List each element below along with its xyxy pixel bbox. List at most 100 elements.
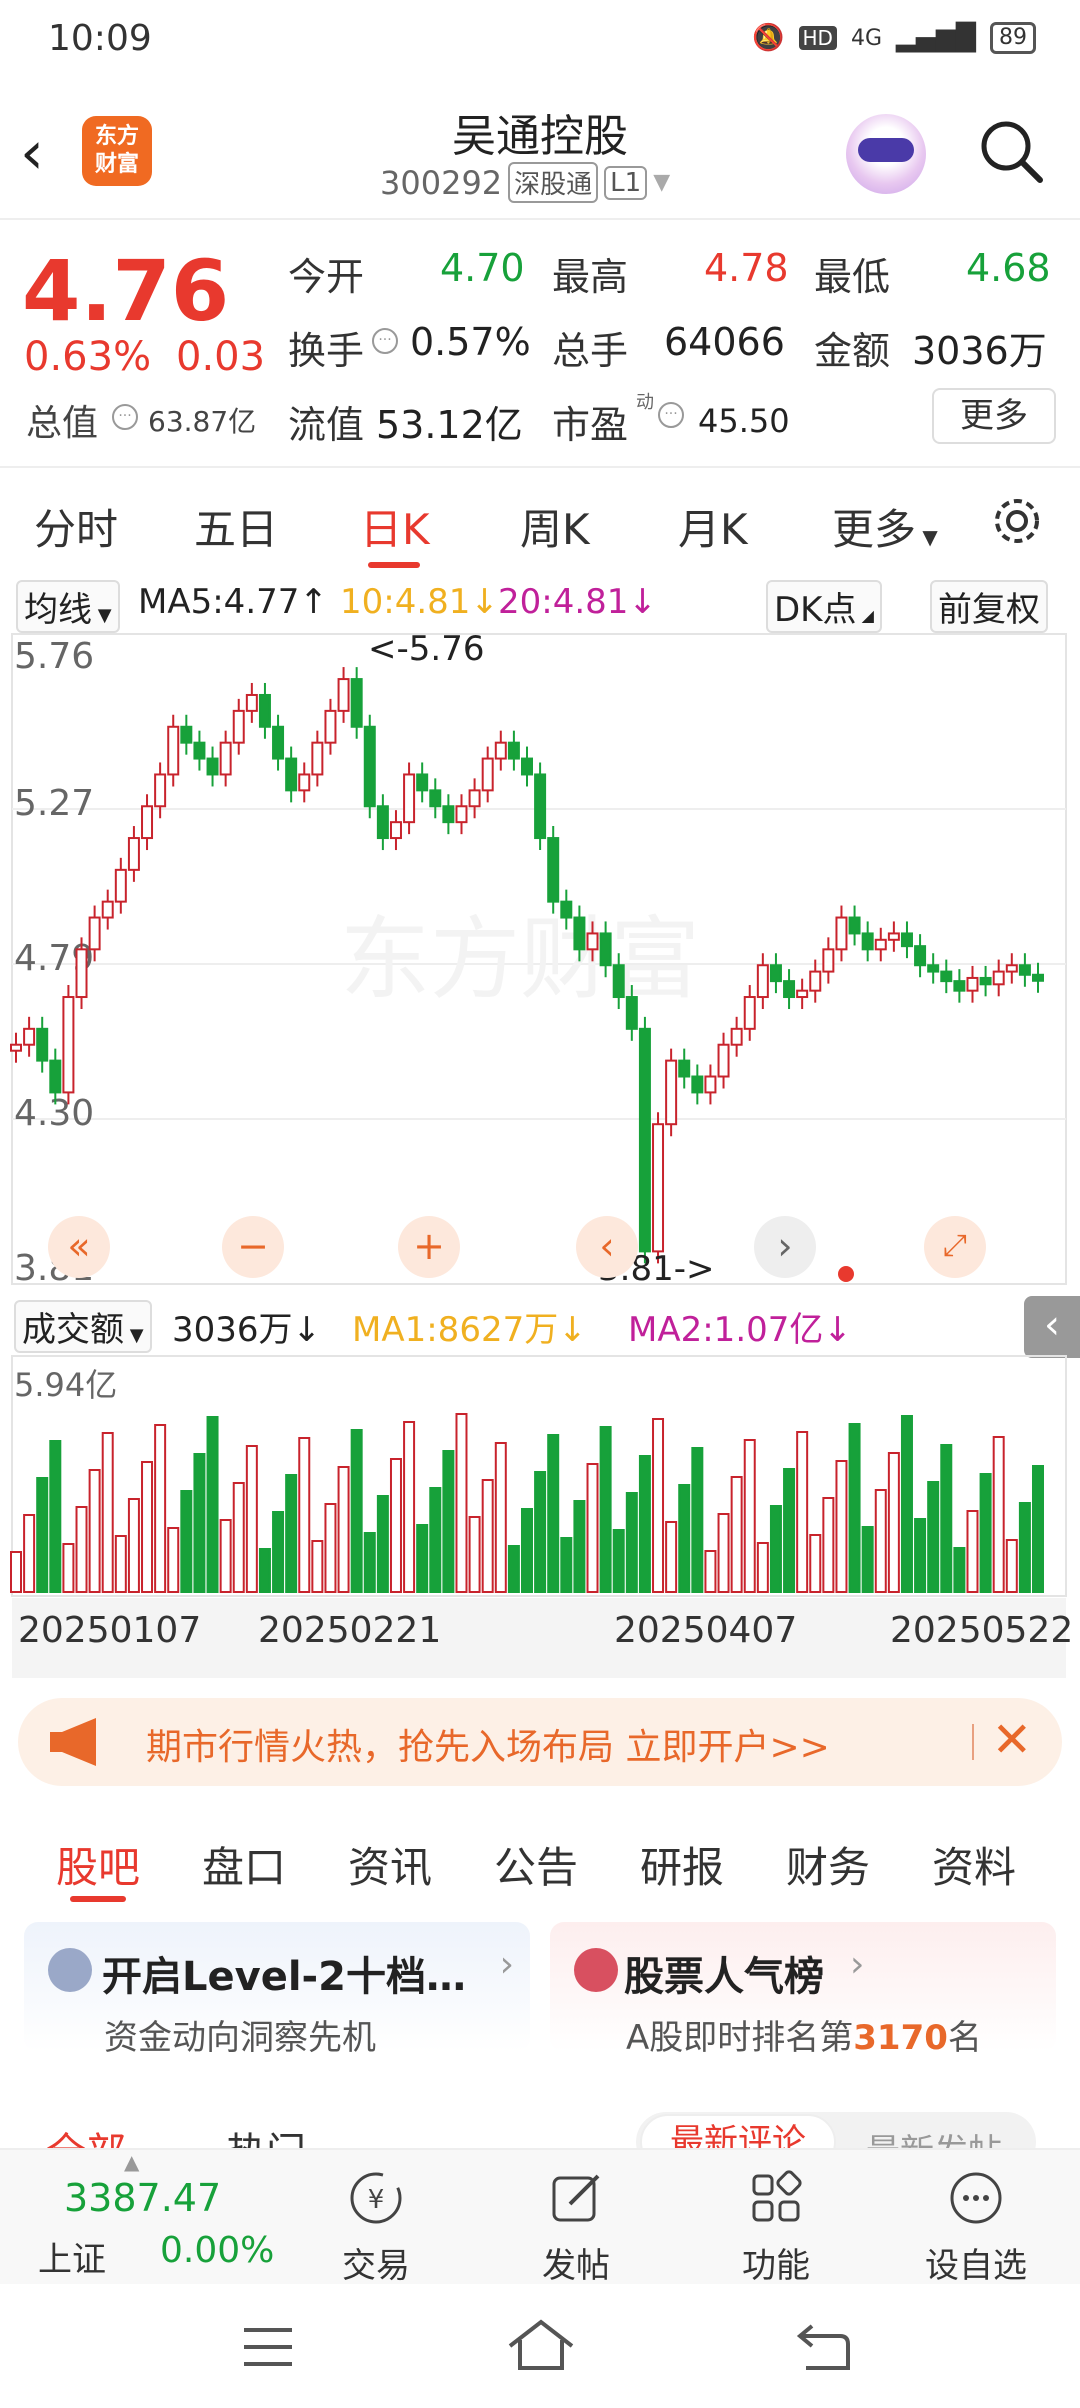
candle xyxy=(717,1043,730,1078)
scroll-left-icon[interactable]: ‹ xyxy=(576,1216,638,1278)
zoom-out-icon[interactable]: − xyxy=(222,1216,284,1278)
tab-five-day[interactable]: 五日 xyxy=(194,496,278,557)
settings-gear-icon[interactable] xyxy=(990,494,1044,548)
menu-icon[interactable] xyxy=(240,2324,296,2370)
tab-finance[interactable]: 财务 xyxy=(786,1834,870,1895)
nav-watchlist-label: 设自选 xyxy=(925,2246,1027,2286)
candle xyxy=(180,725,193,744)
candle xyxy=(809,970,822,992)
candle xyxy=(586,932,599,951)
price-axis-label: 5.27 xyxy=(14,783,94,824)
banner-text: 期市行情火热，抢先入场布局 立即开户>> xyxy=(146,1727,830,1768)
scroll-left-fast-icon[interactable]: « xyxy=(48,1216,110,1278)
nav-watchlist[interactable]: 设自选 xyxy=(906,2150,1046,2286)
stock-code-row: 300292 深股通 L1 ▼ xyxy=(380,162,670,203)
dk-point-button[interactable]: DK点 ◢ xyxy=(766,580,882,633)
index-value[interactable]: 3387.47 xyxy=(64,2176,221,2220)
tab-monthly-k[interactable]: 月K xyxy=(678,496,748,557)
filter-all[interactable]: 全部 xyxy=(46,2120,126,2148)
price-axis-label: 5.76 xyxy=(14,636,94,677)
pe-sup: 动 xyxy=(636,392,654,413)
level2-subtitle: 资金动向洞察先机 xyxy=(104,2018,376,2058)
zoom-in-icon[interactable]: + xyxy=(398,1216,460,1278)
nav-post[interactable]: 发帖 xyxy=(506,2150,646,2286)
sort-latest-post[interactable]: 最新发帖 xyxy=(866,2124,1002,2148)
search-icon[interactable] xyxy=(976,116,1046,186)
volume-bar xyxy=(822,1497,835,1593)
tab-news[interactable]: 资讯 xyxy=(348,1834,432,1895)
candle xyxy=(874,938,887,951)
float-cap-label: 流值 xyxy=(288,403,365,447)
nav-functions[interactable]: 功能 xyxy=(706,2150,846,2286)
tab-order-book[interactable]: 盘口 xyxy=(202,1834,286,1895)
period-tabs: 分时 五日 日K 周K 月K 更多 ▼ xyxy=(0,474,1080,574)
volume-bar xyxy=(652,1418,665,1593)
tab-research[interactable]: 研报 xyxy=(640,1834,724,1895)
candle xyxy=(23,1027,36,1046)
volume-bar xyxy=(193,1453,206,1593)
info-icon[interactable]: ··· xyxy=(658,402,684,428)
candle xyxy=(612,964,625,999)
change-percent: 0.63% xyxy=(24,334,152,380)
candle xyxy=(219,741,232,776)
volume-bar xyxy=(206,1416,219,1593)
volume-bar xyxy=(10,1551,22,1593)
tab-announcements[interactable]: 公告 xyxy=(494,1834,578,1895)
volume-bar xyxy=(1005,1539,1018,1593)
volume-selector[interactable]: 成交额 ▼ xyxy=(14,1300,152,1353)
candle xyxy=(1005,964,1018,973)
volume-bar xyxy=(914,1518,927,1593)
dropdown-icon: ▼ xyxy=(916,525,938,549)
tab-daily-k[interactable]: 日K xyxy=(360,496,430,557)
volume-selector-label: 成交额 xyxy=(22,1310,124,1350)
popularity-rank: 3170 xyxy=(853,2018,948,2058)
volume-bar xyxy=(285,1474,298,1593)
candle xyxy=(966,976,979,992)
ma-selector[interactable]: 均线 ▼ xyxy=(16,580,120,633)
collapse-panel-icon[interactable]: ‹ xyxy=(1024,1296,1080,1358)
close-icon[interactable]: ✕ xyxy=(992,1712,1032,1768)
tab-intraday[interactable]: 分时 xyxy=(34,496,118,557)
candlestick-chart[interactable]: 5.765.274.794.303.81东方财富<-5.763.81-> xyxy=(0,630,1080,1290)
candle xyxy=(560,900,573,919)
volume-bar xyxy=(900,1415,913,1593)
status-time: 10:09 xyxy=(48,18,152,59)
volume-bar xyxy=(429,1487,442,1593)
home-icon[interactable] xyxy=(506,2318,576,2374)
back-icon[interactable] xyxy=(796,2322,852,2372)
trade-icon: ¥ xyxy=(350,2172,402,2224)
volume-bar xyxy=(573,1500,586,1593)
scroll-right-icon[interactable]: › xyxy=(754,1216,816,1278)
ranking-icon xyxy=(574,1948,618,1992)
adjust-button[interactable]: 前复权 xyxy=(930,580,1048,633)
popularity-card[interactable]: 股票人气榜 › A股即时排名第3170名 xyxy=(550,1922,1056,2058)
system-nav-bar xyxy=(0,2284,1080,2408)
fullscreen-icon[interactable]: ⤢ xyxy=(924,1216,986,1278)
candle xyxy=(376,805,389,840)
candle xyxy=(88,916,101,951)
nav-trade[interactable]: ¥ 交易 xyxy=(306,2150,446,2286)
tab-weekly-k[interactable]: 周K xyxy=(520,496,590,557)
tab-more[interactable]: 更多 ▼ xyxy=(832,496,938,557)
level2-card[interactable]: 开启Level-2十档… › 资金动向洞察先机 xyxy=(24,1922,530,2058)
sort-latest-comment[interactable]: 最新评论 xyxy=(640,2114,836,2148)
more-button[interactable]: 更多 xyxy=(932,388,1056,444)
robot-avatar-icon[interactable] xyxy=(846,114,926,194)
float-cap-value: 53.12亿 xyxy=(376,403,523,447)
candle xyxy=(154,773,167,808)
candle xyxy=(914,945,927,967)
promo-banner[interactable]: 期市行情火热，抢先入场布局 立即开户>> ✕ xyxy=(18,1698,1062,1786)
filter-hot[interactable]: 热门 xyxy=(226,2120,306,2148)
volume-bar xyxy=(678,1484,691,1593)
info-icon[interactable]: ··· xyxy=(112,404,138,430)
nav-functions-label: 功能 xyxy=(742,2246,810,2286)
volume-chart[interactable]: 5.94亿 20250107 20250221 20250407 20250522 xyxy=(0,1352,1080,1682)
volume-bar xyxy=(324,1503,337,1593)
candle xyxy=(704,1075,717,1094)
tab-profile[interactable]: 资料 xyxy=(932,1834,1016,1895)
info-icon[interactable]: ··· xyxy=(372,328,398,354)
amount-value: 3036万 xyxy=(912,329,1047,373)
dropdown-icon[interactable]: ▼ xyxy=(653,170,670,195)
tab-forum[interactable]: 股吧 xyxy=(56,1834,140,1895)
volume-bar xyxy=(389,1458,402,1593)
